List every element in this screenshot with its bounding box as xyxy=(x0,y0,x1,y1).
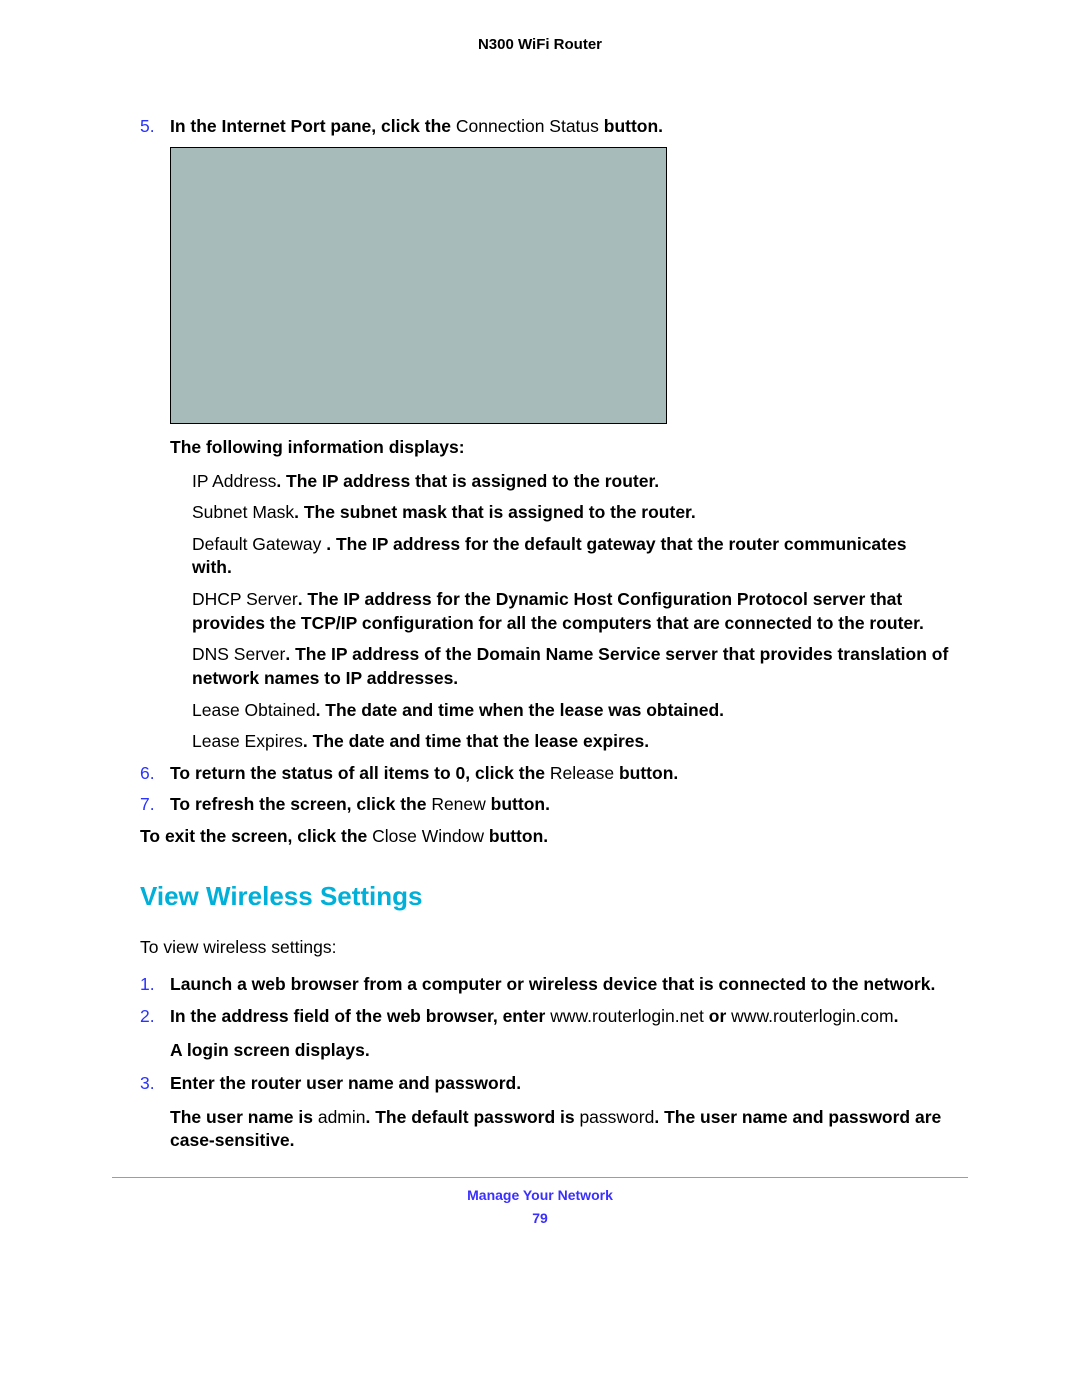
step-text: Release xyxy=(550,763,619,783)
term: Lease Obtained xyxy=(192,700,316,720)
section-intro: To view wireless settings: xyxy=(140,936,950,960)
step-text: . xyxy=(894,1006,899,1026)
step-text: enter xyxy=(503,1006,551,1026)
step-text: To return the status of all items to 0, … xyxy=(170,763,550,783)
term: Lease Expires xyxy=(192,731,303,751)
desc: . The subnet mask that is assigned to th… xyxy=(294,502,696,522)
page-header-title: N300 WiFi Router xyxy=(100,35,980,55)
step-text: or xyxy=(709,1006,731,1026)
exit-text: button. xyxy=(489,826,548,846)
info-bullets: IP Address. The IP address that is assig… xyxy=(192,470,950,754)
step-text: button. xyxy=(619,763,678,783)
step-number: 3. xyxy=(140,1072,155,1096)
bullet-dhcp: DHCP Server. The IP address for the Dyna… xyxy=(192,588,950,635)
bullet-lease-obtained: Lease Obtained. The date and time when t… xyxy=(192,699,950,723)
desc: . The IP address of the Domain Name Serv… xyxy=(192,644,948,688)
step-number: 6. xyxy=(140,762,155,786)
note-text: . The default password is xyxy=(366,1107,580,1127)
desc: . The date and time when the lease was o… xyxy=(316,700,724,720)
step-text: In the address field of the web browser, xyxy=(170,1006,503,1026)
step-text: To refresh the screen, click the xyxy=(170,794,431,814)
step-text: user name and password. xyxy=(306,1073,521,1093)
step-text: button. xyxy=(604,116,663,136)
term: Subnet Mask xyxy=(192,502,294,522)
step-text: Launch a web browser from a computer or … xyxy=(170,974,935,994)
page-footer: Manage Your Network 79 xyxy=(100,1186,980,1228)
step-7: 7. To refresh the screen, click the Rene… xyxy=(140,793,950,817)
step-text: Enter the router xyxy=(170,1073,306,1093)
bullet-dns: DNS Server. The IP address of the Domain… xyxy=(192,643,950,690)
bullet-lease-expires: Lease Expires. The date and time that th… xyxy=(192,730,950,754)
step-note: The user name is admin. The default pass… xyxy=(170,1106,950,1153)
step-3: 3. Enter the router user name and passwo… xyxy=(140,1072,950,1153)
step-text: In the Internet Port pane, click the xyxy=(170,116,456,136)
step-text: www.routerlogin.com xyxy=(731,1006,893,1026)
exit-text: To exit the screen, click the xyxy=(140,826,372,846)
footer-chapter: Manage Your Network xyxy=(100,1186,980,1205)
desc: . The IP address for the Dynamic Host Co… xyxy=(192,589,924,633)
screenshot-placeholder xyxy=(170,147,667,424)
step-number: 5. xyxy=(140,115,155,139)
desc: . The IP address that is assigned to the… xyxy=(276,471,659,491)
term: DNS Server xyxy=(192,644,285,664)
footer-divider xyxy=(112,1177,968,1178)
procedure-list-a: 5. In the Internet Port pane, click the … xyxy=(140,115,950,817)
step-1: 1. Launch a web browser from a computer … xyxy=(140,973,950,997)
step-6: 6. To return the status of all items to … xyxy=(140,762,950,786)
note-text: admin xyxy=(318,1107,366,1127)
note-text: The user name is xyxy=(170,1107,318,1127)
step-5: 5. In the Internet Port pane, click the … xyxy=(140,115,950,754)
info-displays-label: The following information displays: xyxy=(170,436,950,460)
step-text: www.routerlogin.net xyxy=(550,1006,709,1026)
term: IP Address xyxy=(192,471,276,491)
section-heading: View Wireless Settings xyxy=(140,879,950,914)
step-text: Renew xyxy=(431,794,490,814)
step-text: Connection Status xyxy=(456,116,604,136)
desc: . The date and time that the lease expir… xyxy=(303,731,649,751)
step-number: 2. xyxy=(140,1005,155,1029)
bullet-gateway: Default Gateway . The IP address for the… xyxy=(192,533,950,580)
step-text: button. xyxy=(491,794,550,814)
bullet-mask: Subnet Mask. The subnet mask that is ass… xyxy=(192,501,950,525)
bullet-ip: IP Address. The IP address that is assig… xyxy=(192,470,950,494)
exit-instruction: To exit the screen, click the Close Wind… xyxy=(140,825,950,849)
exit-text: Close Window xyxy=(372,826,489,846)
document-page: N300 WiFi Router 5. In the Internet Port… xyxy=(0,0,1080,1397)
step-2: 2. In the address field of the web brows… xyxy=(140,1005,950,1062)
procedure-list-b: 1. Launch a web browser from a computer … xyxy=(140,973,950,1153)
footer-page-number: 79 xyxy=(100,1209,980,1228)
note-text: password xyxy=(579,1107,654,1127)
step-number: 7. xyxy=(140,793,155,817)
term: Default Gateway xyxy=(192,534,326,554)
term: DHCP Server xyxy=(192,589,298,609)
step-note: A login screen displays. xyxy=(170,1039,950,1063)
step-number: 1. xyxy=(140,973,155,997)
